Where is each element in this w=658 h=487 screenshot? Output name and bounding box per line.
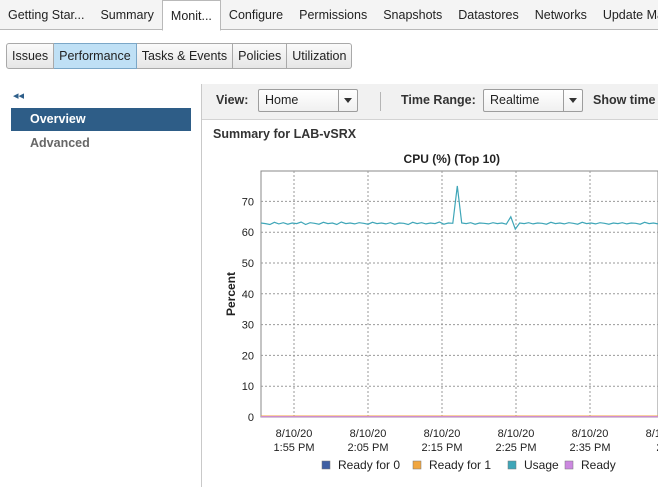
cpu-chart: 0 10 20 30 40 50 60 70 8/10/20 1:55 PM 8/10/20 2:05… — [224, 170, 658, 472]
time-range-label: Time Range: — [401, 93, 476, 107]
x-tick-time: 2:35 PM — [570, 442, 611, 454]
top-tab-bar: Getting Star... Summary Monit... Configu… — [0, 0, 658, 31]
tab-datastores[interactable]: Datastores — [450, 0, 526, 30]
nav-item-advanced[interactable]: Advanced — [11, 132, 191, 155]
toolbar-divider — [380, 92, 381, 111]
x-tick-date: 8/10/20 — [498, 428, 535, 440]
legend-label: Usage — [524, 458, 559, 472]
performance-toolbar: View: Home Time Range: Realtime Show tim… — [202, 84, 658, 120]
y-tick-label: 60 — [242, 227, 254, 239]
x-tick-time: 2:25 PM — [496, 442, 537, 454]
view-select[interactable]: Home — [258, 89, 358, 112]
x-tick-date: 8/10/20 — [276, 428, 313, 440]
tab-networks[interactable]: Networks — [527, 0, 595, 30]
y-tick-label: 10 — [242, 381, 254, 393]
subtab-issues[interactable]: Issues — [6, 43, 55, 69]
collapse-panel-icon[interactable]: ◂◂ — [13, 89, 24, 102]
legend-label: Ready — [581, 458, 616, 472]
view-label: View: — [216, 93, 249, 107]
y-tick-label: 50 — [242, 258, 254, 270]
time-range-select-value: Realtime — [490, 93, 540, 107]
x-tick-date: 8/10/20 — [424, 428, 461, 440]
tab-monitor[interactable]: Monit... — [161, 0, 221, 31]
time-range-select[interactable]: Realtime — [483, 89, 583, 112]
sub-tab-bar: Issues Performance Tasks & Events Polici… — [6, 43, 353, 69]
y-tick-label: 30 — [242, 320, 254, 332]
tab-getting-started[interactable]: Getting Star... — [0, 0, 92, 30]
subtab-utilization[interactable]: Utilization — [287, 43, 353, 69]
y-tick-label: 20 — [242, 350, 254, 362]
subtab-policies[interactable]: Policies — [233, 43, 288, 69]
x-tick-time: 2:15 PM — [422, 442, 463, 454]
tab-update-manager[interactable]: Update Ma — [595, 0, 658, 30]
nav-item-overview[interactable]: Overview — [11, 108, 191, 131]
y-tick-label: 0 — [248, 412, 254, 424]
legend-swatch — [507, 460, 517, 470]
performance-content: View: Home Time Range: Realtime Show tim… — [202, 84, 658, 487]
x-tick-date: 8/10/20 — [572, 428, 609, 440]
tab-configure[interactable]: Configure — [221, 0, 291, 30]
chevron-down-icon — [338, 90, 357, 111]
legend-swatch — [321, 460, 331, 470]
x-tick-time: 1:55 PM — [274, 442, 315, 454]
left-nav-panel: ◂◂ Overview Advanced — [0, 84, 202, 487]
y-axis-label: Percent — [224, 272, 238, 316]
x-tick-time: 2:05 PM — [348, 442, 389, 454]
subtab-performance[interactable]: Performance — [54, 43, 137, 69]
subtab-tasks-events[interactable]: Tasks & Events — [136, 43, 234, 69]
x-tick-date: 8/10/20 — [350, 428, 387, 440]
tab-snapshots[interactable]: Snapshots — [375, 0, 450, 30]
chart-title: CPU (%) (Top 10) — [403, 152, 500, 166]
legend-label: Ready for 0 — [338, 458, 400, 472]
summary-title: Summary for LAB-vSRX — [213, 127, 357, 141]
show-time-label: Show time — [593, 93, 656, 107]
legend-swatch — [564, 460, 574, 470]
x-tick-date: 8/10/20 — [646, 428, 658, 440]
legend-swatch — [412, 460, 422, 470]
y-tick-label: 40 — [242, 289, 254, 301]
tab-permissions[interactable]: Permissions — [291, 0, 375, 30]
view-select-value: Home — [265, 93, 299, 107]
tab-summary[interactable]: Summary — [92, 0, 161, 30]
chevron-down-icon — [563, 90, 582, 111]
legend-label: Ready for 1 — [429, 458, 491, 472]
y-tick-label: 70 — [242, 196, 254, 208]
